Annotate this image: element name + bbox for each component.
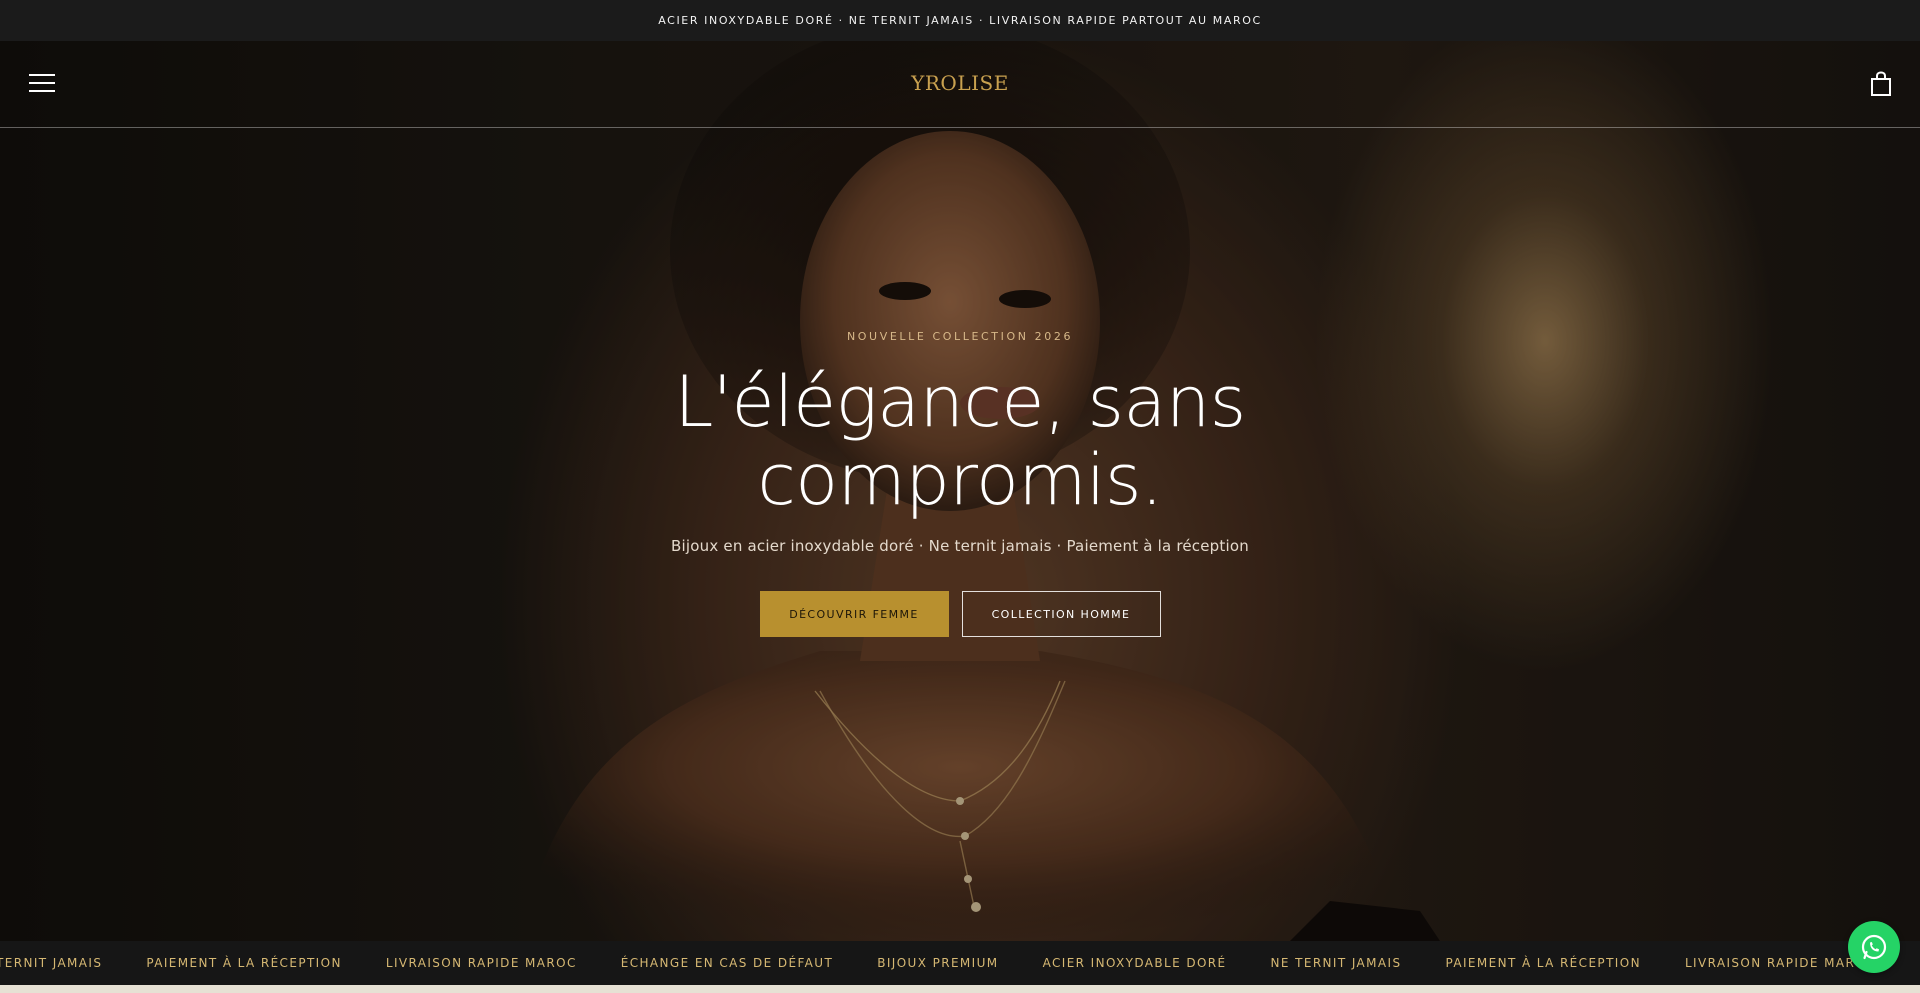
hero-content: NOUVELLE COLLECTION 2026 L'élégance, san… bbox=[0, 330, 1920, 637]
hero-headline-line1: L'élégance, sans bbox=[674, 361, 1246, 443]
marquee-item: TERNIT JAMAIS bbox=[0, 956, 103, 970]
marquee-item: ÉCHANGE EN CAS DE DÉFAUT bbox=[620, 956, 834, 970]
discover-women-button[interactable]: DÉCOUVRIR FEMME bbox=[759, 591, 949, 637]
hero-headline: L'élégance, sans compromis. bbox=[0, 363, 1920, 519]
whatsapp-icon[interactable] bbox=[1848, 921, 1900, 973]
marquee-item: LIVRAISON RAPIDE MAROC bbox=[1684, 956, 1876, 970]
hero-subline: Bijoux en acier inoxydable doré · Ne ter… bbox=[671, 537, 1249, 555]
hero-headline-line2: compromis. bbox=[757, 439, 1163, 521]
hero-eyebrow: NOUVELLE COLLECTION 2026 bbox=[846, 330, 1074, 343]
hero-cta-row: DÉCOUVRIR FEMME COLLECTION HOMME bbox=[0, 591, 1920, 637]
page-bottom-edge bbox=[0, 985, 1920, 993]
marquee-item: LIVRAISON RAPIDE MAROC bbox=[385, 956, 577, 970]
marquee-item: PAIEMENT À LA RÉCEPTION bbox=[146, 956, 342, 970]
features-marquee: TERNIT JAMAIS PAIEMENT À LA RÉCEPTION LIVR… bbox=[0, 941, 1920, 985]
men-collection-button[interactable]: COLLECTION HOMME bbox=[961, 591, 1161, 637]
marquee-item: PAIEMENT À LA RÉCEPTION bbox=[1445, 956, 1641, 970]
announcement-bar: ACIER INOXYDABLE DORÉ · NE TERNIT JAMAIS… bbox=[0, 0, 1920, 41]
site-header: YROLISE bbox=[0, 41, 1920, 128]
marquee-item: ACIER INOXYDABLE DORÉ bbox=[1042, 956, 1227, 970]
marquee-track: TERNIT JAMAIS PAIEMENT À LA RÉCEPTION LIVR… bbox=[0, 956, 1920, 970]
brand-logo[interactable]: YROLISE bbox=[0, 71, 1920, 95]
marquee-item: NE TERNIT JAMAIS bbox=[1270, 956, 1402, 970]
announcement-text: ACIER INOXYDABLE DORÉ · NE TERNIT JAMAIS… bbox=[658, 14, 1262, 27]
marquee-item: BIJOUX PREMIUM bbox=[877, 956, 999, 970]
shopping-bag-icon[interactable] bbox=[1870, 71, 1892, 97]
